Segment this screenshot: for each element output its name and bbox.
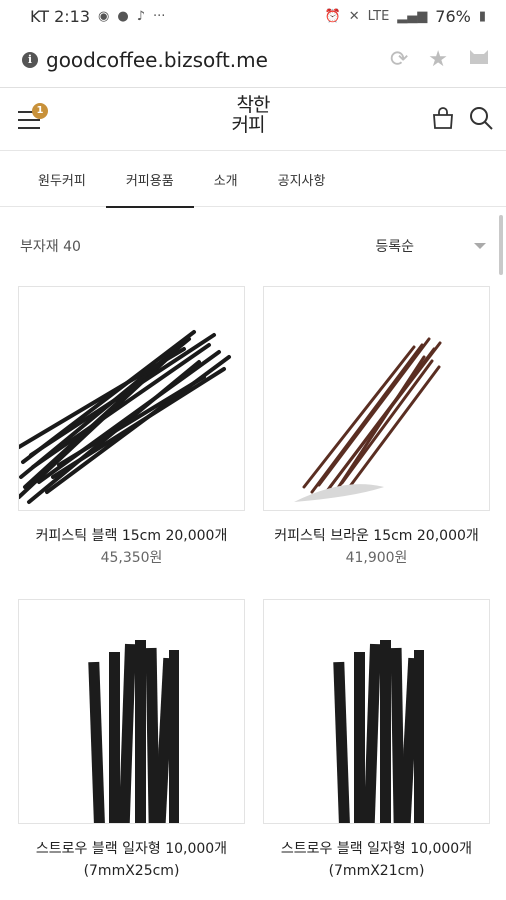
category-tabs: 원두커피 커피용품 소개 공지사항: [0, 152, 506, 208]
info-icon[interactable]: i: [22, 51, 38, 68]
product-grid: 커피스틱 블랙 15cm 20,000개 45,350원 커피스틱 브라운 15…: [18, 286, 490, 882]
reload-icon[interactable]: ⟳: [390, 47, 408, 72]
product-price: 41,900원: [345, 550, 408, 566]
browser-url-bar[interactable]: i goodcoffee.bizsoft.me ⟳ ★: [0, 32, 506, 88]
product-image-brown-stirrers[interactable]: [263, 286, 490, 511]
tab-notices[interactable]: 공지사항: [258, 152, 346, 207]
carrier-time: KT 2:13: [30, 6, 91, 26]
sort-label: 등록순: [375, 239, 414, 255]
search-icon[interactable]: [468, 105, 494, 135]
product-image-black-straws[interactable]: [263, 599, 490, 824]
tiktok-icon: ♪: [136, 8, 146, 24]
signal-icon: ▂▄▆: [397, 8, 428, 24]
network-type: LTE: [367, 8, 390, 24]
site-logo[interactable]: 착한 커피: [223, 95, 283, 135]
chat-icon: ●: [117, 8, 129, 24]
list-header: 부자재 40 등록순: [0, 226, 506, 266]
battery-percent: 76%: [435, 6, 471, 26]
shopping-bag-icon[interactable]: [430, 105, 456, 135]
browser-actions: ⟳ ★: [390, 46, 490, 74]
header-actions: [430, 105, 494, 135]
sort-dropdown[interactable]: 등록순: [375, 236, 488, 256]
product-image-black-straws[interactable]: [18, 599, 245, 824]
product-price: 45,350원: [100, 550, 163, 566]
product-image-black-stirrers[interactable]: [18, 286, 245, 511]
message-icon: ◉: [98, 8, 110, 24]
product-card[interactable]: 커피스틱 브라운 15cm 20,000개 41,900원: [263, 286, 490, 569]
menu-button[interactable]: 1: [18, 102, 48, 131]
product-card[interactable]: 스트로우 블랙 일자형 10,000개 (7mmX25cm): [18, 599, 245, 882]
more-notifications-icon: ···: [153, 8, 166, 24]
battery-icon: ▮: [478, 8, 486, 24]
product-name[interactable]: 커피스틱 블랙 15cm 20,000개: [36, 525, 228, 547]
page-scrollbar[interactable]: [499, 215, 503, 275]
tab-coffee-beans[interactable]: 원두커피: [20, 152, 106, 207]
status-bar: KT 2:13 ◉ ● ♪ ··· ⏰ ✕ LTE ▂▄▆ 76% ▮: [0, 0, 506, 32]
mute-icon: ✕: [348, 8, 360, 24]
category-count: 부자재 40: [20, 239, 81, 255]
notification-badge: 1: [32, 102, 48, 119]
product-name[interactable]: 스트로우 블랙 일자형 10,000개 (7mmX21cm): [263, 838, 490, 882]
product-card[interactable]: 스트로우 블랙 일자형 10,000개 (7mmX21cm): [263, 599, 490, 882]
tab-coffee-supplies[interactable]: 커피용품: [105, 152, 194, 208]
product-name[interactable]: 커피스틱 브라운 15cm 20,000개: [274, 525, 479, 547]
tab-about[interactable]: 소개: [194, 152, 258, 207]
product-name[interactable]: 스트로우 블랙 일자형 10,000개 (7mmX25cm): [18, 838, 245, 882]
menu-icon-bar: [18, 118, 40, 121]
menu-icon-bar: [18, 126, 40, 129]
bookmark-star-icon[interactable]: ★: [428, 47, 448, 72]
extension-icon[interactable]: [468, 46, 490, 74]
alarm-icon: ⏰: [324, 8, 341, 24]
status-left: KT 2:13 ◉ ● ♪ ···: [30, 7, 165, 26]
site-header: 1 착한 커피: [0, 89, 506, 151]
url-text[interactable]: goodcoffee.bizsoft.me: [46, 48, 390, 72]
status-right: ⏰ ✕ LTE ▂▄▆ 76% ▮: [325, 7, 486, 26]
product-card[interactable]: 커피스틱 블랙 15cm 20,000개 45,350원: [18, 286, 245, 569]
chevron-down-icon: [474, 243, 486, 249]
logo-line2: 커피: [231, 114, 266, 136]
logo-line1: 착한: [236, 94, 271, 116]
